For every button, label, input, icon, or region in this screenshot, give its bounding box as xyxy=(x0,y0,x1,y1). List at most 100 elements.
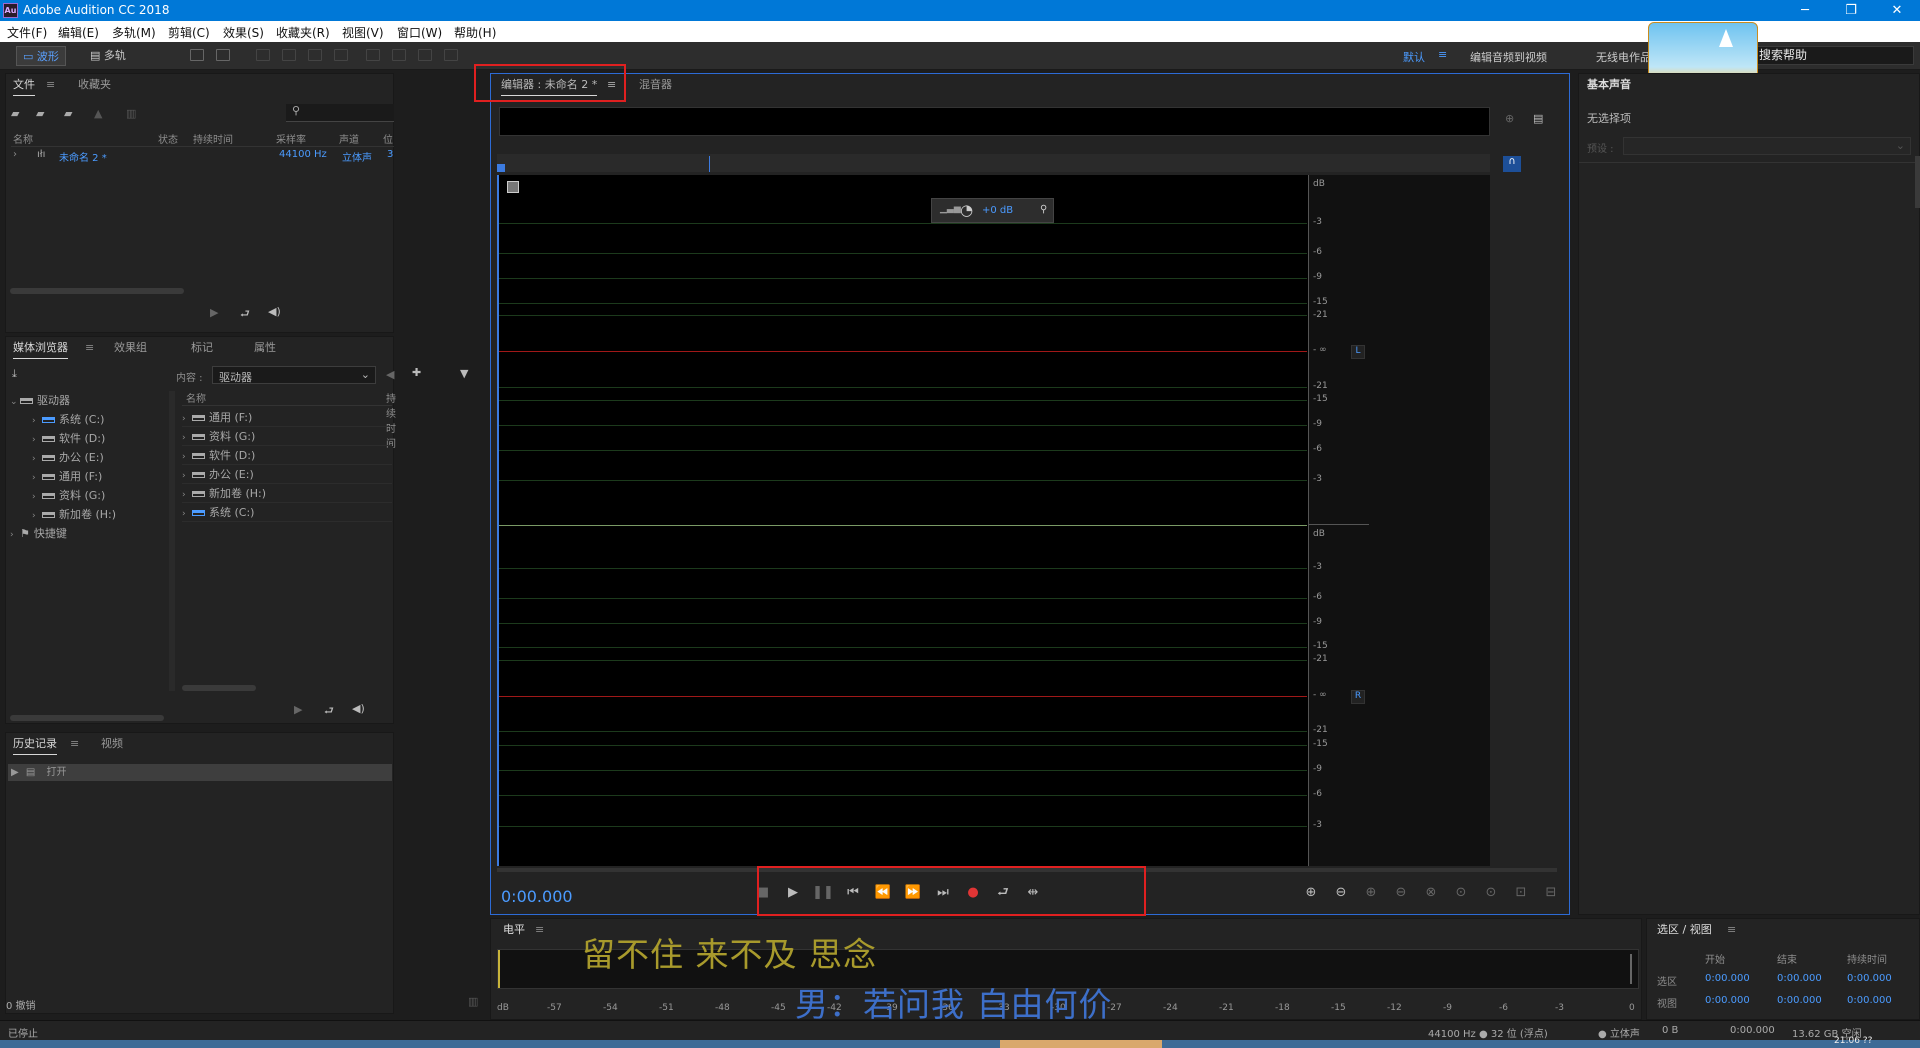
tab-mixer[interactable]: 混音器 xyxy=(639,74,672,96)
tree-item[interactable]: › 资料 (G:) xyxy=(10,486,168,505)
zoom-out-amplitude-icon[interactable]: ⊖ xyxy=(1329,882,1353,904)
tree-item[interactable]: › 通用 (F:) xyxy=(10,467,168,486)
list-item[interactable]: › 软件 (D:) xyxy=(182,446,392,465)
volume-knob-icon[interactable]: ◔ xyxy=(960,201,973,219)
brush-tool-icon[interactable] xyxy=(418,49,432,61)
tab-favorites[interactable]: 收藏夹 xyxy=(78,74,111,96)
close-button[interactable]: ✕ xyxy=(1874,0,1920,21)
tab-effects-rack[interactable]: 效果组 xyxy=(114,337,147,359)
tree-shortcuts[interactable]: › ⚑ 快捷键 xyxy=(10,524,168,543)
hud-db-value[interactable]: +0 dB xyxy=(982,205,1013,216)
menu-file[interactable]: 文件(F) xyxy=(7,24,47,41)
col-name[interactable]: 名称 xyxy=(13,131,33,146)
files-search-input[interactable]: ⚲ xyxy=(286,104,394,122)
marquee-tool-icon[interactable] xyxy=(366,49,380,61)
list-item[interactable]: › 系统 (C:) xyxy=(182,503,392,522)
delete-icon[interactable]: ▥ xyxy=(126,107,136,120)
restore-button[interactable]: ❐ xyxy=(1828,0,1874,21)
menu-favorites[interactable]: 收藏夹(R) xyxy=(276,24,330,41)
filter-icon[interactable]: ▼ xyxy=(460,367,468,380)
horizontal-scrollbar[interactable] xyxy=(10,715,164,721)
tree-root[interactable]: ⌄ 驱动器 xyxy=(10,391,168,410)
zoom-in-amplitude-icon[interactable]: ⊕ xyxy=(1299,882,1323,904)
panel-menu-icon[interactable]: ≡ xyxy=(46,78,55,91)
time-display[interactable]: 0:00.000 xyxy=(501,887,573,906)
tree-item[interactable]: › 软件 (D:) xyxy=(10,429,168,448)
pin-icon[interactable]: ⚲ xyxy=(1040,204,1047,215)
zoom-out-time-icon[interactable]: ⊖ xyxy=(1389,882,1413,904)
multitrack-view-button[interactable]: ▤ 多轨 xyxy=(84,46,132,66)
trash-icon[interactable]: ▥ xyxy=(468,995,478,1008)
waveform-area[interactable]: ▁▃▅ ◔ +0 dB ⚲ dB -3 -6 -9 -15 -21 - ∞ -2… xyxy=(497,175,1490,866)
workspace-menu-icon[interactable]: ≡ xyxy=(1438,48,1447,61)
preset-select[interactable]: ⌄ xyxy=(1623,137,1911,155)
time-selection-tool-icon[interactable] xyxy=(334,49,348,61)
timeline-ruler[interactable] xyxy=(497,154,1490,172)
open-file-icon[interactable]: ▰ xyxy=(11,107,19,120)
menu-edit[interactable]: 编辑(E) xyxy=(58,24,99,41)
menu-clip[interactable]: 剪辑(C) xyxy=(168,24,210,41)
selection-end[interactable]: 0:00.000 xyxy=(1777,973,1822,984)
content-select[interactable]: 驱动器 ⌄ xyxy=(212,366,376,384)
zoom-selection-icon[interactable]: ⊡ xyxy=(1509,882,1533,904)
channel-left-toggle[interactable]: L xyxy=(1351,345,1365,359)
minimize-button[interactable]: ─ xyxy=(1782,0,1828,21)
autoplay-icon[interactable]: ◀) xyxy=(352,702,365,715)
menu-effects[interactable]: 效果(S) xyxy=(223,24,264,41)
import-icon[interactable]: ⤓ xyxy=(12,367,17,381)
loop-icon[interactable]: ⮐ xyxy=(324,702,334,721)
waveform-view-button[interactable]: ▭ 波形 xyxy=(16,46,66,66)
move-tool-icon[interactable] xyxy=(256,49,270,61)
tab-markers[interactable]: 标记 xyxy=(191,337,213,359)
zoom-out-point-icon[interactable]: ⊙ xyxy=(1479,882,1503,904)
list-item[interactable]: › 新加卷 (H:) xyxy=(182,484,392,503)
zoom-in-time-icon[interactable]: ⊕ xyxy=(1359,882,1383,904)
search-help-input[interactable]: 搜索帮助 xyxy=(1738,46,1914,65)
vertical-scrollbar[interactable] xyxy=(1915,156,1920,208)
selection-duration[interactable]: 0:00.000 xyxy=(1847,973,1892,984)
play-icon[interactable]: ▶ xyxy=(210,306,218,319)
list-item[interactable]: › 办公 (E:) xyxy=(182,465,392,484)
zoom-reset-icon[interactable]: ⊟ xyxy=(1539,882,1563,904)
menu-help[interactable]: 帮助(H) xyxy=(454,24,496,41)
add-shortcut-icon[interactable]: ✚ xyxy=(412,366,421,379)
zoom-sync-icon[interactable]: ⊕ xyxy=(1505,112,1514,125)
tab-media-browser[interactable]: 媒体浏览器 xyxy=(13,337,68,359)
zoom-toggle-icon[interactable] xyxy=(507,181,519,193)
tab-files[interactable]: 文件 xyxy=(13,74,35,96)
col-samplerate[interactable]: 采样率 xyxy=(276,131,306,146)
splitter[interactable] xyxy=(169,391,175,691)
list-item[interactable]: › 通用 (F:) xyxy=(182,408,392,427)
view-start[interactable]: 0:00.000 xyxy=(1705,995,1750,1006)
menu-multitrack[interactable]: 多轨(M) xyxy=(112,24,156,41)
expand-icon[interactable]: › xyxy=(13,149,17,160)
taskbar-app[interactable] xyxy=(1000,1040,1162,1048)
col-bits[interactable]: 位 xyxy=(383,131,393,146)
workspace-default[interactable]: 默认 xyxy=(1403,49,1425,65)
zoom-full-icon[interactable]: ⊗ xyxy=(1419,882,1443,904)
autoplay-icon[interactable]: ◀) xyxy=(268,305,281,318)
slip-tool-icon[interactable] xyxy=(308,49,322,61)
menu-window[interactable]: 窗口(W) xyxy=(397,24,442,41)
back-icon[interactable]: ◀ xyxy=(386,368,394,381)
playhead-marker-icon[interactable] xyxy=(497,164,505,172)
panel-menu-icon[interactable]: ≡ xyxy=(535,923,544,936)
history-item[interactable]: ▶ ▤ 打开 xyxy=(8,764,392,781)
headphone-icon[interactable]: ∩ xyxy=(1503,156,1521,172)
tree-item[interactable]: › 新加卷 (H:) xyxy=(10,505,168,524)
horizontal-scrollbar[interactable] xyxy=(10,288,184,294)
selection-start[interactable]: 0:00.000 xyxy=(1705,973,1750,984)
play-icon[interactable]: ▶ xyxy=(294,703,302,716)
spectral-display-icon[interactable] xyxy=(190,49,204,61)
col-status[interactable]: 状态 xyxy=(158,131,178,146)
col-name[interactable]: 名称 xyxy=(186,390,206,405)
overview-bar[interactable] xyxy=(499,107,1490,136)
file-row[interactable]: › ıłı 未命名 2 * 44100 Hz 立体声 3 xyxy=(11,149,394,164)
new-file-icon[interactable]: ▰ xyxy=(64,107,72,120)
insert-icon[interactable]: ▲ xyxy=(94,107,102,120)
tab-properties[interactable]: 属性 xyxy=(254,337,276,359)
hud-volume[interactable]: ▁▃▅ ◔ +0 dB ⚲ xyxy=(931,198,1054,223)
tab-video[interactable]: 视频 xyxy=(101,733,123,755)
tree-item[interactable]: › 系统 (C:) xyxy=(10,410,168,429)
razor-tool-icon[interactable] xyxy=(282,49,296,61)
